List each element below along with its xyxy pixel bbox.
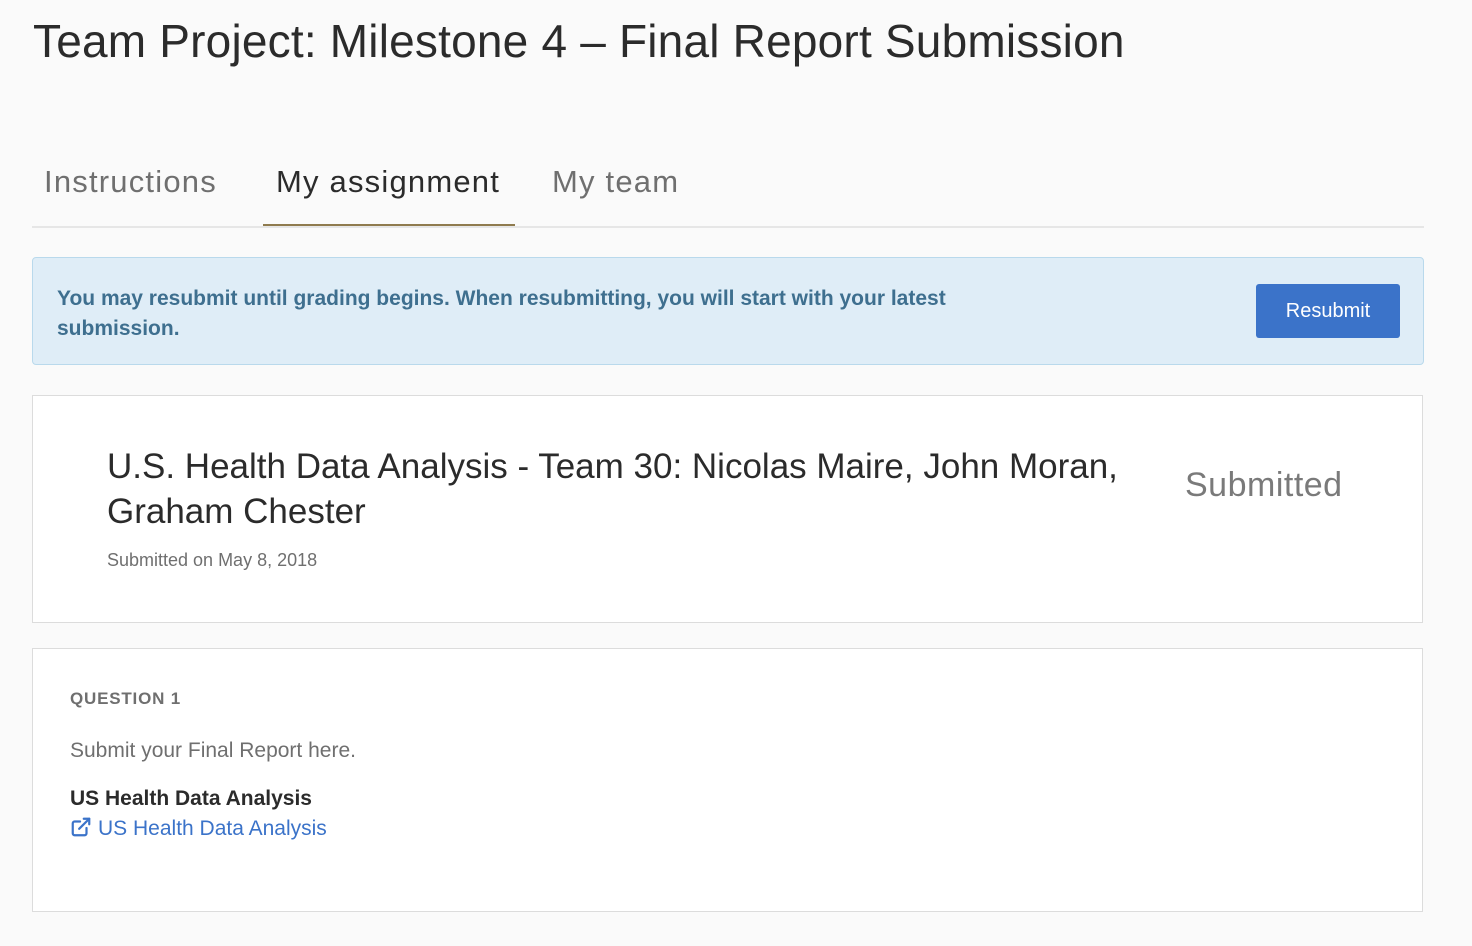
question-label: QUESTION 1: [70, 689, 181, 708]
active-tab-indicator: [263, 224, 515, 226]
answer-link-label: US Health Data Analysis: [98, 817, 327, 840]
tab-bar: Instructions My assignment My team: [32, 150, 1424, 228]
tab-my-team[interactable]: My team: [552, 164, 679, 200]
notice-message: You may resubmit until grading begins. W…: [57, 287, 946, 340]
page: Team Project: Milestone 4 – Final Report…: [0, 0, 1472, 946]
resubmit-button[interactable]: Resubmit: [1256, 284, 1400, 338]
submission-title: U.S. Health Data Analysis - Team 30: Nic…: [107, 447, 1118, 531]
question-prompt: Submit your Final Report here.: [70, 739, 356, 762]
question-card: QUESTION 1 Submit your Final Report here…: [32, 648, 1423, 912]
tab-my-assignment[interactable]: My assignment: [276, 164, 500, 200]
resubmit-notice: You may resubmit until grading begins. W…: [32, 257, 1424, 365]
tab-instructions[interactable]: Instructions: [44, 164, 217, 200]
status-badge: Submitted: [1185, 466, 1343, 504]
submission-card: U.S. Health Data Analysis - Team 30: Nic…: [32, 395, 1423, 623]
answer-link[interactable]: US Health Data Analysis: [70, 817, 327, 841]
page-title: Team Project: Milestone 4 – Final Report…: [33, 15, 1125, 67]
answer-title: US Health Data Analysis: [70, 787, 312, 810]
external-link-icon: [71, 817, 91, 837]
submission-date: Submitted on May 8, 2018: [107, 550, 318, 570]
